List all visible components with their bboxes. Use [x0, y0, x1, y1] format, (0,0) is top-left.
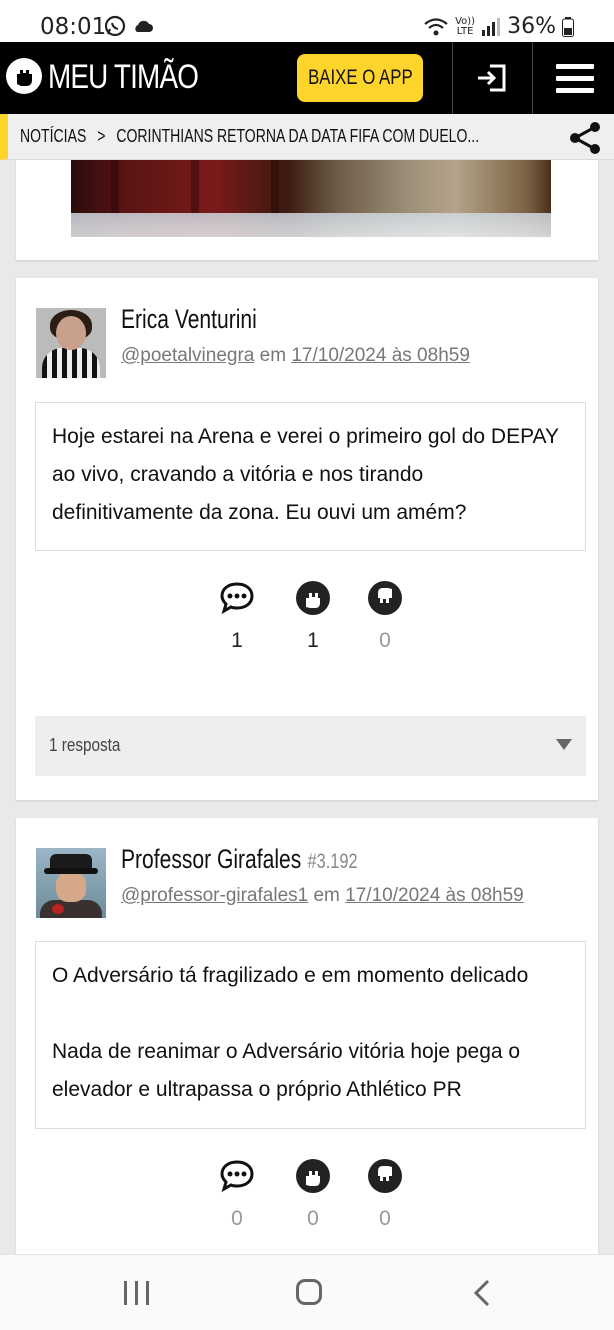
- logo-fist-icon[interactable]: [6, 58, 42, 94]
- breadcrumb-separator: >: [97, 126, 106, 146]
- battery-percent: 36%: [507, 14, 556, 39]
- comment-body: Hoje estarei na Arena e verei o primeiro…: [35, 402, 586, 551]
- author-rank: #3.192: [307, 850, 358, 873]
- fist-down-icon: [368, 581, 402, 615]
- comment-meta: @poetalvinegra em 17/10/2024 às 08h59: [121, 345, 470, 367]
- breadcrumb-title[interactable]: CORINTHIANS RETORNA DA DATA FIFA COM DUE…: [116, 126, 479, 146]
- comment-card: Professor Girafales #3.192 @professor-gir…: [16, 818, 598, 1258]
- app-header: MEU TIMÃO BAIXE O APP: [0, 42, 614, 114]
- speech-bubble-icon: [220, 582, 254, 615]
- replies-toggle[interactable]: 1 resposta: [35, 716, 586, 776]
- avatar[interactable]: [36, 308, 106, 378]
- like-action[interactable]: 1: [293, 580, 333, 653]
- like-count: 0: [307, 1207, 319, 1230]
- comment-connector: em: [313, 885, 340, 906]
- reply-action[interactable]: 1: [217, 580, 257, 653]
- chevron-down-icon: [556, 739, 572, 750]
- comment-card: Erica Venturini @poetalvinegra em 17/10/…: [16, 278, 598, 800]
- header-divider: [532, 42, 533, 114]
- hamburger-menu-icon[interactable]: [556, 62, 594, 94]
- comment-handle[interactable]: @professor-girafales1: [121, 885, 308, 906]
- breadcrumb: NOTÍCIAS > CORINTHIANS RETORNA DA DATA FIF…: [0, 114, 614, 160]
- comment-date[interactable]: 17/10/2024 às 08h59: [291, 345, 470, 366]
- comment-author[interactable]: Erica Venturini: [121, 304, 257, 335]
- comment-text: Hoje estarei na Arena e verei o primeiro…: [52, 425, 559, 524]
- replies-label: 1 resposta: [49, 735, 121, 755]
- article-image: [71, 160, 551, 237]
- fist-down-icon: [368, 1159, 402, 1193]
- avatar[interactable]: [36, 848, 106, 918]
- reply-count: 1: [231, 629, 243, 652]
- share-icon[interactable]: [566, 119, 604, 157]
- like-count: 1: [307, 629, 319, 652]
- header-divider: [452, 42, 453, 114]
- wifi-icon: [424, 17, 448, 35]
- battery-icon: [562, 16, 574, 37]
- signal-icon: [482, 17, 501, 36]
- comment-body: O Adversário tá fragilizado e em momento…: [35, 941, 586, 1129]
- dislike-action[interactable]: 0: [365, 1158, 405, 1231]
- status-bar: 08:01 Vo)) LTE 36%: [0, 0, 614, 42]
- comment-text: Nada de reanimar o Adversário vitória ho…: [52, 1040, 521, 1101]
- speech-bubble-icon: [220, 1160, 254, 1193]
- login-icon[interactable]: [476, 62, 508, 94]
- fist-up-icon: [296, 1159, 330, 1193]
- article-image-card: [16, 160, 598, 260]
- comment-handle[interactable]: @poetalvinegra: [121, 345, 254, 366]
- status-time: 08:01: [40, 14, 107, 40]
- breadcrumb-section[interactable]: NOTÍCIAS: [20, 126, 86, 146]
- comment-author[interactable]: Professor Girafales #3.192: [121, 844, 358, 875]
- home-icon[interactable]: [296, 1279, 322, 1305]
- download-app-button[interactable]: BAIXE O APP: [297, 54, 423, 102]
- reply-count: 0: [231, 1207, 243, 1230]
- comment-date[interactable]: 17/10/2024 às 08h59: [345, 885, 524, 906]
- dislike-count: 0: [379, 629, 391, 652]
- logo-text[interactable]: MEU TIMÃO: [48, 58, 199, 97]
- like-action[interactable]: 0: [293, 1158, 333, 1231]
- volte-label: Vo)) LTE: [455, 15, 476, 37]
- comment-text: O Adversário tá fragilizado e em momento…: [52, 964, 529, 987]
- reply-action[interactable]: 0: [217, 1158, 257, 1231]
- cloud-icon: [135, 20, 153, 32]
- whatsapp-icon: [104, 15, 126, 37]
- recent-apps-icon[interactable]: [124, 1281, 150, 1305]
- dislike-count: 0: [379, 1207, 391, 1230]
- comment-meta: @professor-girafales1 em 17/10/2024 às 0…: [121, 885, 524, 907]
- fist-up-icon: [296, 581, 330, 615]
- dislike-action[interactable]: 0: [365, 580, 405, 653]
- system-nav-bar: [0, 1254, 614, 1330]
- back-icon[interactable]: [470, 1279, 494, 1307]
- comment-connector: em: [259, 345, 287, 366]
